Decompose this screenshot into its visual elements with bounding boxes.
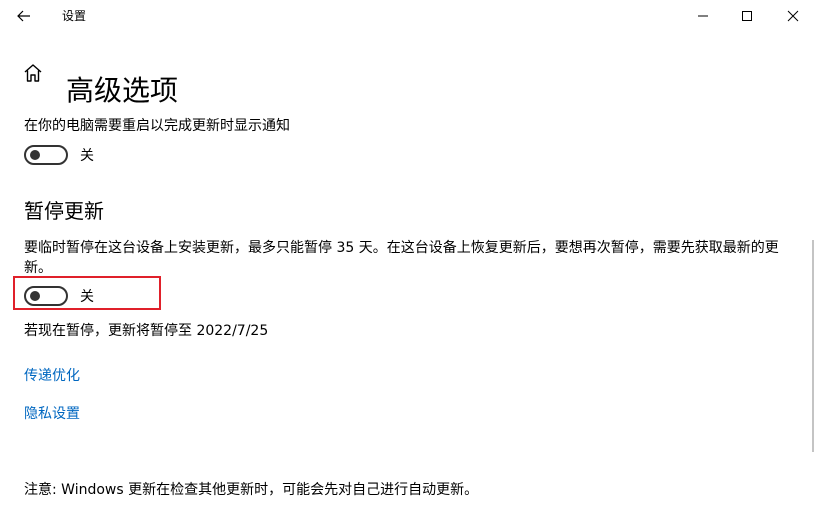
page-title: 高级选项 (66, 73, 179, 107)
minimize-button[interactable] (680, 0, 726, 32)
pause-updates-description: 要临时暂停在这台设备上安装更新，最多只能暂停 35 天。在这台设备上恢复更新后，… (24, 240, 779, 276)
back-arrow-icon (17, 10, 30, 22)
minimize-icon (698, 15, 708, 17)
maximize-button[interactable] (724, 0, 770, 32)
pause-updates-toggle[interactable] (24, 286, 68, 306)
pause-updates-toggle-state: 关 (80, 289, 94, 305)
toggle-knob (30, 150, 40, 160)
toggle-knob (30, 291, 40, 301)
window-title: 设置 (62, 9, 87, 23)
pause-info: 若现在暂停，更新将暂停至 2022/7/25 (24, 323, 269, 339)
delivery-optimization-link[interactable]: 传递优化 (24, 366, 80, 386)
note-text: 注意: Windows 更新在检查其他更新时，可能会先对自己进行自动更新。 (24, 482, 479, 498)
privacy-settings-link[interactable]: 隐私设置 (24, 404, 80, 424)
restart-notify-toggle-state: 关 (80, 148, 94, 164)
restart-notify-label: 在你的电脑需要重启以完成更新时显示通知 (24, 118, 290, 134)
scrollbar[interactable] (812, 240, 814, 452)
pause-updates-title: 暂停更新 (24, 199, 104, 223)
restart-notify-toggle[interactable] (24, 145, 68, 165)
close-icon (787, 10, 799, 22)
home-icon-svg (24, 64, 42, 82)
home-icon[interactable] (22, 62, 44, 84)
back-button[interactable] (6, 0, 42, 32)
close-button[interactable] (770, 0, 816, 32)
maximize-icon (742, 11, 752, 21)
